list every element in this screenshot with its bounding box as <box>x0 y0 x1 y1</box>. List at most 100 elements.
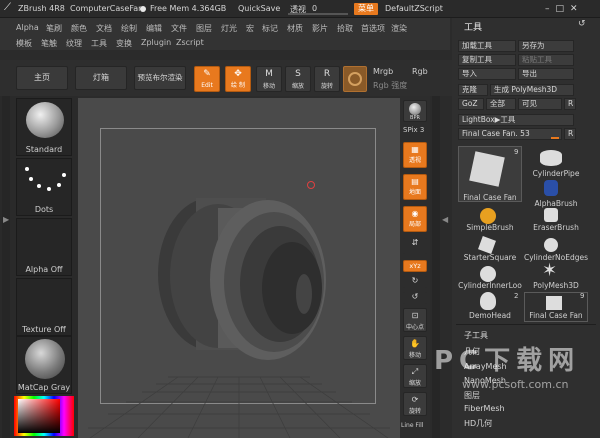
menu-render[interactable]: 渲染 <box>391 23 407 34</box>
document-canvas[interactable] <box>78 98 400 438</box>
menu-movie[interactable]: 影片 <box>312 23 328 34</box>
rotate-button[interactable]: R 旋转 <box>314 66 340 92</box>
current-tool-r-button[interactable]: R <box>564 128 576 140</box>
bpr-preview-button[interactable]: 预览布尔渲染 <box>134 66 186 90</box>
lightbox-button[interactable]: 灯箱 <box>75 66 127 90</box>
import-button[interactable]: 导入 <box>458 68 516 80</box>
alpha-selector[interactable]: Alpha Off <box>16 218 72 276</box>
menu-zplugin[interactable]: Zplugin <box>141 38 171 47</box>
paste-tool-button[interactable]: 粘贴工具 <box>518 54 574 66</box>
floor-button[interactable]: ▤ 地面 <box>403 174 427 200</box>
spix-control[interactable]: SPix 3 <box>403 126 429 134</box>
nanomesh-menu[interactable]: NanoMesh <box>464 376 506 385</box>
symmetry-button[interactable]: ⇵ <box>403 238 427 254</box>
collapse-arrow-icon[interactable]: ◀ <box>442 215 448 224</box>
linefill-button[interactable]: Line Fill <box>401 422 423 429</box>
mrgb-toggle[interactable]: Mrgb <box>373 67 393 76</box>
edit-button[interactable]: ✎ Edit <box>194 66 220 92</box>
goz-r-button[interactable]: R <box>564 98 576 110</box>
menu-color[interactable]: 颜色 <box>71 23 87 34</box>
fibermesh-menu[interactable]: FiberMesh <box>464 404 505 413</box>
menu-picker[interactable]: 拾取 <box>337 23 353 34</box>
menu-zscript[interactable]: Zscript <box>176 38 204 47</box>
right-tray-handle[interactable] <box>432 96 440 438</box>
transparency-slider[interactable] <box>288 13 348 15</box>
tool-polymesh3d[interactable]: PolyMesh3D <box>524 262 588 290</box>
bpr-button[interactable]: BPR <box>403 100 427 122</box>
rgb-toggle[interactable]: Rgb <box>412 67 428 76</box>
rotate-y-button[interactable]: ↻ <box>403 276 427 288</box>
tool-final-case-fan-2[interactable]: Final Case Fan <box>524 292 588 320</box>
frame-center-button[interactable]: ⊡ 中心点 <box>403 308 427 332</box>
menu-alpha[interactable]: Alpha <box>16 23 39 32</box>
copy-tool-button[interactable]: 复制工具 <box>458 54 516 66</box>
scale-button[interactable]: S 缩放 <box>285 66 311 92</box>
tool-cylinder-innerloop[interactable]: CylinderInnerLoo <box>458 262 522 290</box>
menu-layer[interactable]: 图层 <box>196 23 212 34</box>
menu-marker[interactable]: 标记 <box>262 23 278 34</box>
tool-starter-square[interactable]: StarterSquare <box>458 234 522 262</box>
menu-document[interactable]: 文档 <box>96 23 112 34</box>
move-button[interactable]: M 移动 <box>256 66 282 92</box>
current-tool-slider[interactable]: Final Case Fan. 53 <box>458 128 562 140</box>
menu-file[interactable]: 文件 <box>171 23 187 34</box>
goz-button[interactable]: GoZ <box>458 98 484 110</box>
rotate-z-button[interactable]: ↺ <box>403 292 427 304</box>
tool-cylinder-pipe[interactable]: CylinderPipe <box>524 150 588 178</box>
menu-tool[interactable]: 工具 <box>91 38 107 49</box>
clone-button[interactable]: 克隆 <box>458 84 488 96</box>
menu-material[interactable]: 材质 <box>287 23 303 34</box>
mrgb-swatch-button[interactable] <box>343 66 367 92</box>
tool-demo-head[interactable]: DemoHead <box>458 292 522 320</box>
export-button[interactable]: 导出 <box>518 68 574 80</box>
brush-selector[interactable]: Standard <box>16 98 72 156</box>
panel-refresh-icon[interactable]: ↺ <box>578 19 586 29</box>
view-move-button[interactable]: ✋ 移动 <box>403 336 427 360</box>
quicksave-button[interactable]: QuickSave <box>238 4 280 13</box>
script-name[interactable]: DefaultZScript <box>385 4 443 13</box>
menu-draw[interactable]: 绘制 <box>121 23 137 34</box>
tool-simple-brush[interactable]: SimpleBrush <box>458 204 522 232</box>
subtool-menu[interactable]: 子工具 <box>464 330 488 341</box>
fan-model[interactable] <box>78 98 400 438</box>
draw-button[interactable]: ✥ 绘 制 <box>225 66 251 92</box>
load-tool-button[interactable]: 加载工具 <box>458 40 516 52</box>
texture-selector[interactable]: Texture Off <box>16 278 72 336</box>
menu-stroke[interactable]: 笔触 <box>41 38 57 49</box>
view-scale-button[interactable]: ⤢ 缩放 <box>403 364 427 388</box>
collapse-arrow-left-icon[interactable]: ▶ <box>3 215 9 224</box>
tool-eraser-brush[interactable]: EraserBrush <box>524 204 588 232</box>
stroke-selector[interactable]: Dots <box>16 158 72 216</box>
make-polymesh-button[interactable]: 生成 PolyMesh3D <box>490 84 574 96</box>
tool-final-case-fan[interactable]: Final Case Fan <box>458 174 522 202</box>
geometry-menu[interactable]: 几何 <box>464 346 480 357</box>
layers-menu[interactable]: 图层 <box>464 390 480 401</box>
home-button[interactable]: 主页 <box>16 66 68 90</box>
menu-brush[interactable]: 笔刷 <box>46 23 62 34</box>
save-as-button[interactable]: 另存为 <box>518 40 574 52</box>
menu-macro[interactable]: 宏 <box>246 23 254 34</box>
menu-stencil[interactable]: 模板 <box>16 38 32 49</box>
menu-button[interactable]: 菜单 <box>354 3 378 15</box>
material-selector[interactable]: MatCap Gray <box>16 336 72 394</box>
menu-texture[interactable]: 纹理 <box>66 38 82 49</box>
lightbox-tools-button[interactable]: LightBox▶工具 <box>458 114 574 126</box>
goz-all-button[interactable]: 全部 <box>486 98 516 110</box>
rgb-intensity-slider[interactable]: Rgb 强度 <box>373 80 407 91</box>
hd-geometry-menu[interactable]: HD几何 <box>464 418 492 429</box>
window-controls[interactable]: –□✕ <box>545 4 584 14</box>
local-button[interactable]: ◉ 局部 <box>403 206 427 232</box>
color-picker-field[interactable] <box>18 399 60 433</box>
menu-light[interactable]: 灯光 <box>221 23 237 34</box>
menu-edit[interactable]: 编辑 <box>146 23 162 34</box>
view-rotate-button[interactable]: ⟳ 旋转 <box>403 392 427 416</box>
persp-button[interactable]: ▦ 透视 <box>403 142 427 168</box>
tool-cylinder-noedges[interactable]: CylinderNoEdges <box>524 234 588 262</box>
arraymesh-menu[interactable]: ArrayMesh <box>464 362 507 371</box>
menu-preferences[interactable]: 首选项 <box>361 23 385 34</box>
xyz-button[interactable]: xYz <box>403 260 427 272</box>
goz-visible-button[interactable]: 可见 <box>518 98 562 110</box>
left-tray-handle[interactable] <box>2 96 10 438</box>
color-picker[interactable] <box>14 396 74 436</box>
menu-transform[interactable]: 变换 <box>116 38 132 49</box>
